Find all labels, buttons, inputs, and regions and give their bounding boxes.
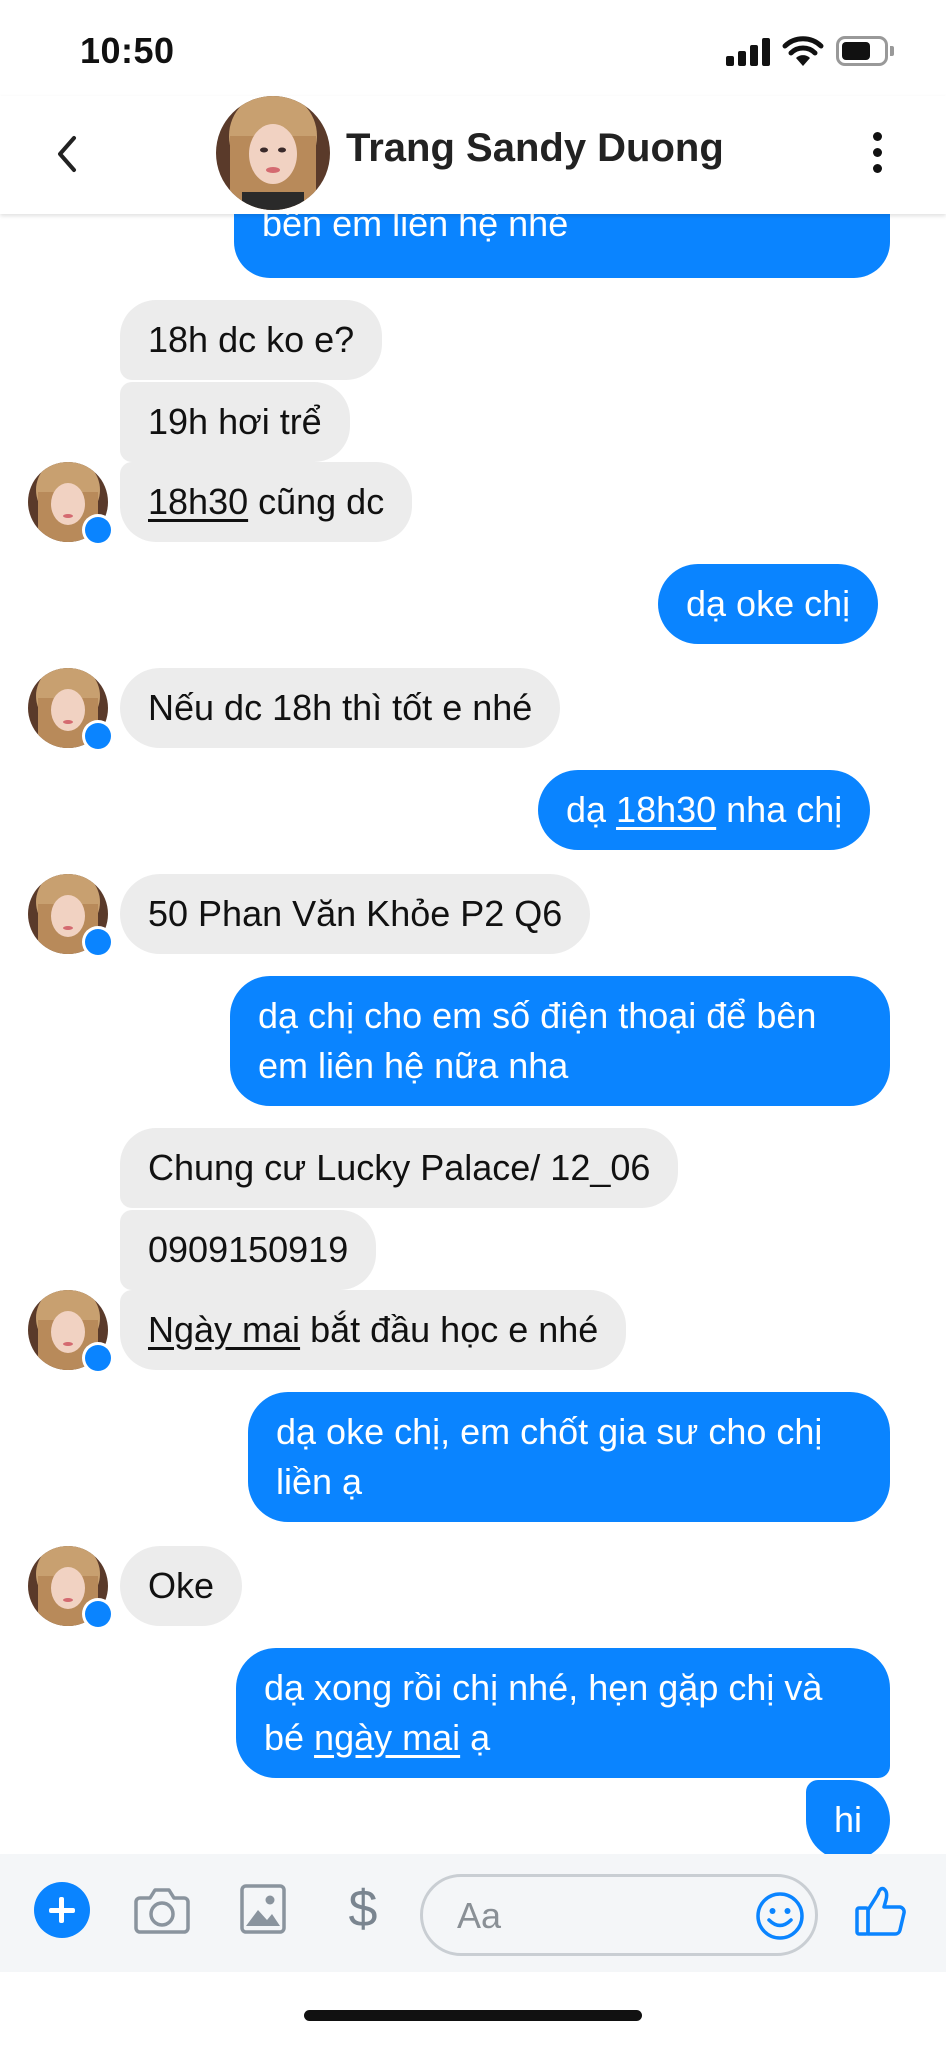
- sender-avatar[interactable]: [28, 462, 114, 546]
- more-icon[interactable]: [868, 128, 886, 178]
- message-input-placeholder: Aa: [457, 1895, 502, 1936]
- message-text: cũng dc: [248, 481, 385, 522]
- camera-icon[interactable]: [134, 1884, 190, 1936]
- message-bubble-outgoing[interactable]: dạ oke chị: [658, 564, 879, 644]
- battery-icon: [836, 36, 894, 66]
- message-link[interactable]: 18h30: [616, 789, 716, 830]
- message-link[interactable]: ngày mai: [314, 1717, 460, 1758]
- message-text: Oke: [148, 1565, 215, 1606]
- message-input[interactable]: Aa: [420, 1874, 818, 1956]
- sender-avatar[interactable]: [28, 1546, 114, 1630]
- status-time: 10:50: [80, 30, 175, 71]
- sender-avatar[interactable]: [28, 668, 114, 752]
- message-bubble-outgoing[interactable]: dạ 18h30 nha chị: [538, 770, 871, 850]
- wifi-icon: [782, 36, 824, 66]
- plus-icon[interactable]: [34, 1882, 90, 1938]
- messenger-badge-icon: [82, 1342, 114, 1374]
- dollar-icon[interactable]: $: [338, 1874, 388, 1944]
- message-bubble-incoming[interactable]: 50 Phan Văn Khỏe P2 Q6: [120, 874, 591, 954]
- message-text: bắt đầu học e nhé: [300, 1309, 599, 1350]
- message-bubble-incoming[interactable]: 18h30 cũng dc: [120, 462, 413, 542]
- message-text: 18h dc ko e?: [148, 319, 355, 360]
- message-text: bên em liên hệ nhé: [262, 214, 569, 244]
- message-text: dạ: [566, 789, 617, 830]
- messenger-badge-icon: [82, 514, 114, 546]
- chat-header: Trang Sandy Duong: [0, 96, 946, 214]
- home-indicator[interactable]: [304, 2010, 642, 2021]
- back-icon[interactable]: [52, 134, 82, 174]
- message-bubble-outgoing[interactable]: dạ oke chị, em chốt gia sư cho chị liền …: [248, 1392, 890, 1522]
- message-list[interactable]: bên em liên hệ nhé 18h dc ko e? 19h hơi …: [0, 214, 946, 1854]
- status-bar: 10:50: [0, 0, 946, 100]
- message-bubble-outgoing[interactable]: bên em liên hệ nhé: [234, 214, 890, 278]
- message-text: 50 Phan Văn Khỏe P2 Q6: [148, 893, 563, 934]
- message-text: 19h hơi trể: [148, 401, 322, 442]
- messenger-badge-icon: [82, 1598, 114, 1630]
- message-text: dạ oke chị: [686, 583, 851, 624]
- message-text: dạ chị cho em số điện thoại để bên: [258, 995, 817, 1036]
- message-text: nha chị: [716, 789, 843, 830]
- contact-name[interactable]: Trang Sandy Duong: [346, 126, 724, 171]
- messenger-badge-icon: [82, 720, 114, 752]
- message-text: dạ oke chị, em chốt gia sư cho chị: [276, 1411, 823, 1452]
- message-bubble-incoming[interactable]: 0909150919: [120, 1210, 377, 1290]
- message-text: Nếu dc 18h thì tốt e nhé: [148, 687, 533, 728]
- message-text: 0909150919: [148, 1229, 349, 1270]
- contact-avatar[interactable]: [216, 96, 330, 210]
- message-text: bé: [264, 1717, 315, 1758]
- message-link[interactable]: Ngày mai: [148, 1309, 300, 1350]
- message-bubble-outgoing[interactable]: dạ xong rồi chị nhé, hẹn gặp chị và bé n…: [236, 1648, 890, 1778]
- messenger-badge-icon: [82, 926, 114, 958]
- message-bubble-incoming[interactable]: Nếu dc 18h thì tốt e nhé: [120, 668, 561, 748]
- message-bubble-outgoing[interactable]: dạ chị cho em số điện thoại để bên em li…: [230, 976, 890, 1106]
- cellular-signal-icon: [726, 38, 772, 66]
- message-bubble-outgoing[interactable]: hi: [806, 1780, 891, 1854]
- message-bubble-incoming[interactable]: Oke: [120, 1546, 243, 1626]
- message-bubble-incoming[interactable]: Ngày mai bắt đầu học e nhé: [120, 1290, 627, 1370]
- emoji-icon[interactable]: [755, 1891, 805, 1941]
- like-icon[interactable]: [854, 1884, 908, 1938]
- message-link[interactable]: 18h30: [148, 481, 248, 522]
- message-bubble-incoming[interactable]: 18h dc ko e?: [120, 300, 383, 380]
- message-text: Chung cư Lucky Palace/ 12_06: [148, 1147, 651, 1188]
- message-text: dạ xong rồi chị nhé, hẹn gặp chị và: [264, 1667, 823, 1708]
- image-icon[interactable]: [240, 1884, 286, 1934]
- message-bubble-incoming[interactable]: 19h hơi trể: [120, 382, 350, 462]
- sender-avatar[interactable]: [28, 1290, 114, 1374]
- message-text: ạ: [460, 1717, 491, 1758]
- message-bubble-incoming[interactable]: Chung cư Lucky Palace/ 12_06: [120, 1128, 679, 1208]
- message-text: hi: [834, 1799, 863, 1840]
- message-text: liền ạ: [276, 1461, 363, 1502]
- composer-bar: $ Aa: [0, 1854, 946, 1972]
- sender-avatar[interactable]: [28, 874, 114, 958]
- message-text: em liên hệ nữa nha: [258, 1045, 569, 1086]
